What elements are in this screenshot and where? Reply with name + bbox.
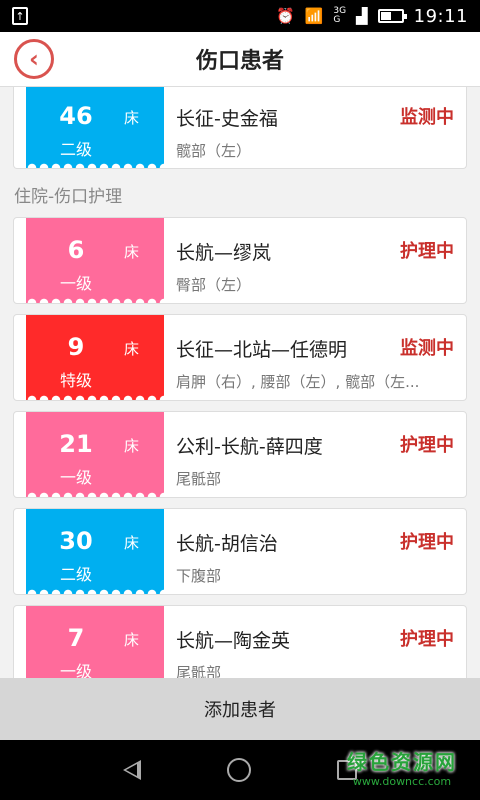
bed-unit: 床: [124, 243, 140, 261]
battery-icon: [377, 9, 407, 23]
nav-home-icon[interactable]: [227, 758, 251, 782]
status-tag: 监测中: [400, 107, 454, 128]
patient-name: 长征—北站—任德明: [176, 339, 348, 361]
wound-location: 尾骶部: [176, 664, 222, 678]
upload-notification-icon: ↑: [12, 7, 28, 25]
bed-number: 46: [59, 102, 93, 130]
ticket-edge: [26, 162, 164, 168]
bed-badge: 46 床 二级: [26, 87, 164, 168]
bed-badge: 6 床一级: [26, 218, 164, 303]
bed-number: 9: [67, 333, 85, 361]
bed-number: 30: [59, 527, 93, 555]
patient-list[interactable]: 46 床 二级 长征-史金福 髋部（左） 监测中 住院-伤口护理 6 床一级 长航—…: [0, 87, 480, 678]
group-header: 住院-伤口护理: [14, 186, 123, 207]
wound-location: 髋部（左）: [176, 142, 252, 160]
bed-number: 7: [67, 624, 85, 652]
patient-card[interactable]: 21 床一级 公利-长航-薛四度尾骶部 护理中: [13, 411, 467, 498]
status-tag: 护理中: [400, 241, 454, 262]
bed-unit: 床: [124, 109, 140, 127]
status-tag: 护理中: [400, 435, 454, 456]
network-type: 3G G: [333, 7, 346, 25]
patient-card[interactable]: 9 床特级 长征—北站—任德明肩胛（右）, 腰部（左）, 髋部（左... 监测中: [13, 314, 467, 401]
bed-unit: 床: [124, 437, 140, 455]
app-header: ‹ 伤口患者: [0, 32, 480, 87]
patient-name: 长航-胡信治: [176, 533, 278, 555]
status-tag: 护理中: [400, 629, 454, 650]
care-level: 二级: [59, 140, 92, 159]
bed-number: 6: [67, 236, 85, 264]
bed-number: 21: [59, 430, 93, 458]
wound-location: 肩胛（右）, 腰部（左）, 髋部（左...: [176, 373, 420, 391]
care-level: 一级: [59, 274, 92, 293]
watermark-title: 绿色资源网: [347, 750, 457, 774]
clock: 19:11: [413, 5, 468, 27]
patient-name: 公利-长航-薛四度: [176, 436, 323, 458]
alarm-icon: ⏰: [276, 7, 295, 25]
bed-badge: 21 床一级: [26, 412, 164, 497]
bed-unit: 床: [124, 340, 140, 358]
chevron-left-icon: ‹: [29, 45, 39, 73]
page-title: 伤口患者: [195, 49, 284, 74]
status-tag: 护理中: [400, 532, 454, 553]
patient-card[interactable]: 6 床一级 长航—缪岚臀部（左） 护理中: [13, 217, 467, 304]
bed-badge: 7 床一级: [26, 606, 164, 678]
patient-card[interactable]: 46 床 二级 长征-史金福 髋部（左） 监测中: [13, 87, 467, 169]
bed-unit: 床: [124, 534, 140, 552]
watermark: 绿色资源网 www.downcc.com: [342, 746, 462, 788]
status-tag: 监测中: [400, 338, 454, 359]
bed-badge: 9 床特级: [26, 315, 164, 400]
patient-card[interactable]: 30 床二级 长航-胡信治下腹部 护理中: [13, 508, 467, 595]
wound-location: 尾骶部: [176, 470, 222, 488]
wifi-icon: 📶: [304, 7, 324, 25]
bed-badge: 30 床二级: [26, 509, 164, 594]
nav-back-icon[interactable]: [123, 760, 141, 780]
wound-location: 下腹部: [176, 567, 222, 585]
patient-card[interactable]: 7 床一级 长航—陶金英尾骶部 护理中: [13, 605, 467, 678]
watermark-url: www.downcc.com: [352, 775, 452, 788]
wound-location: 臀部（左）: [176, 276, 252, 294]
signal-icon: ▟: [356, 7, 368, 25]
care-level: 特级: [59, 371, 92, 390]
patient-name: 长航—陶金英: [176, 630, 291, 652]
patient-name: 长航—缪岚: [176, 242, 272, 264]
status-bar: ↑ ⏰ 📶 3G G ▟ 19:11: [0, 0, 480, 32]
ticket-edge: [26, 394, 164, 400]
back-button[interactable]: ‹: [14, 39, 54, 79]
care-level: 二级: [59, 565, 92, 584]
care-level: 一级: [59, 662, 92, 678]
ticket-edge: [26, 588, 164, 594]
add-patient-button[interactable]: 添加患者: [0, 678, 480, 740]
ticket-edge: [26, 297, 164, 303]
battery-level: [380, 12, 391, 20]
ticket-edge: [26, 491, 164, 497]
bed-unit: 床: [124, 631, 140, 649]
care-level: 一级: [59, 468, 92, 487]
patient-name: 长征-史金福: [176, 108, 278, 130]
network-type-bottom: G: [333, 15, 341, 25]
